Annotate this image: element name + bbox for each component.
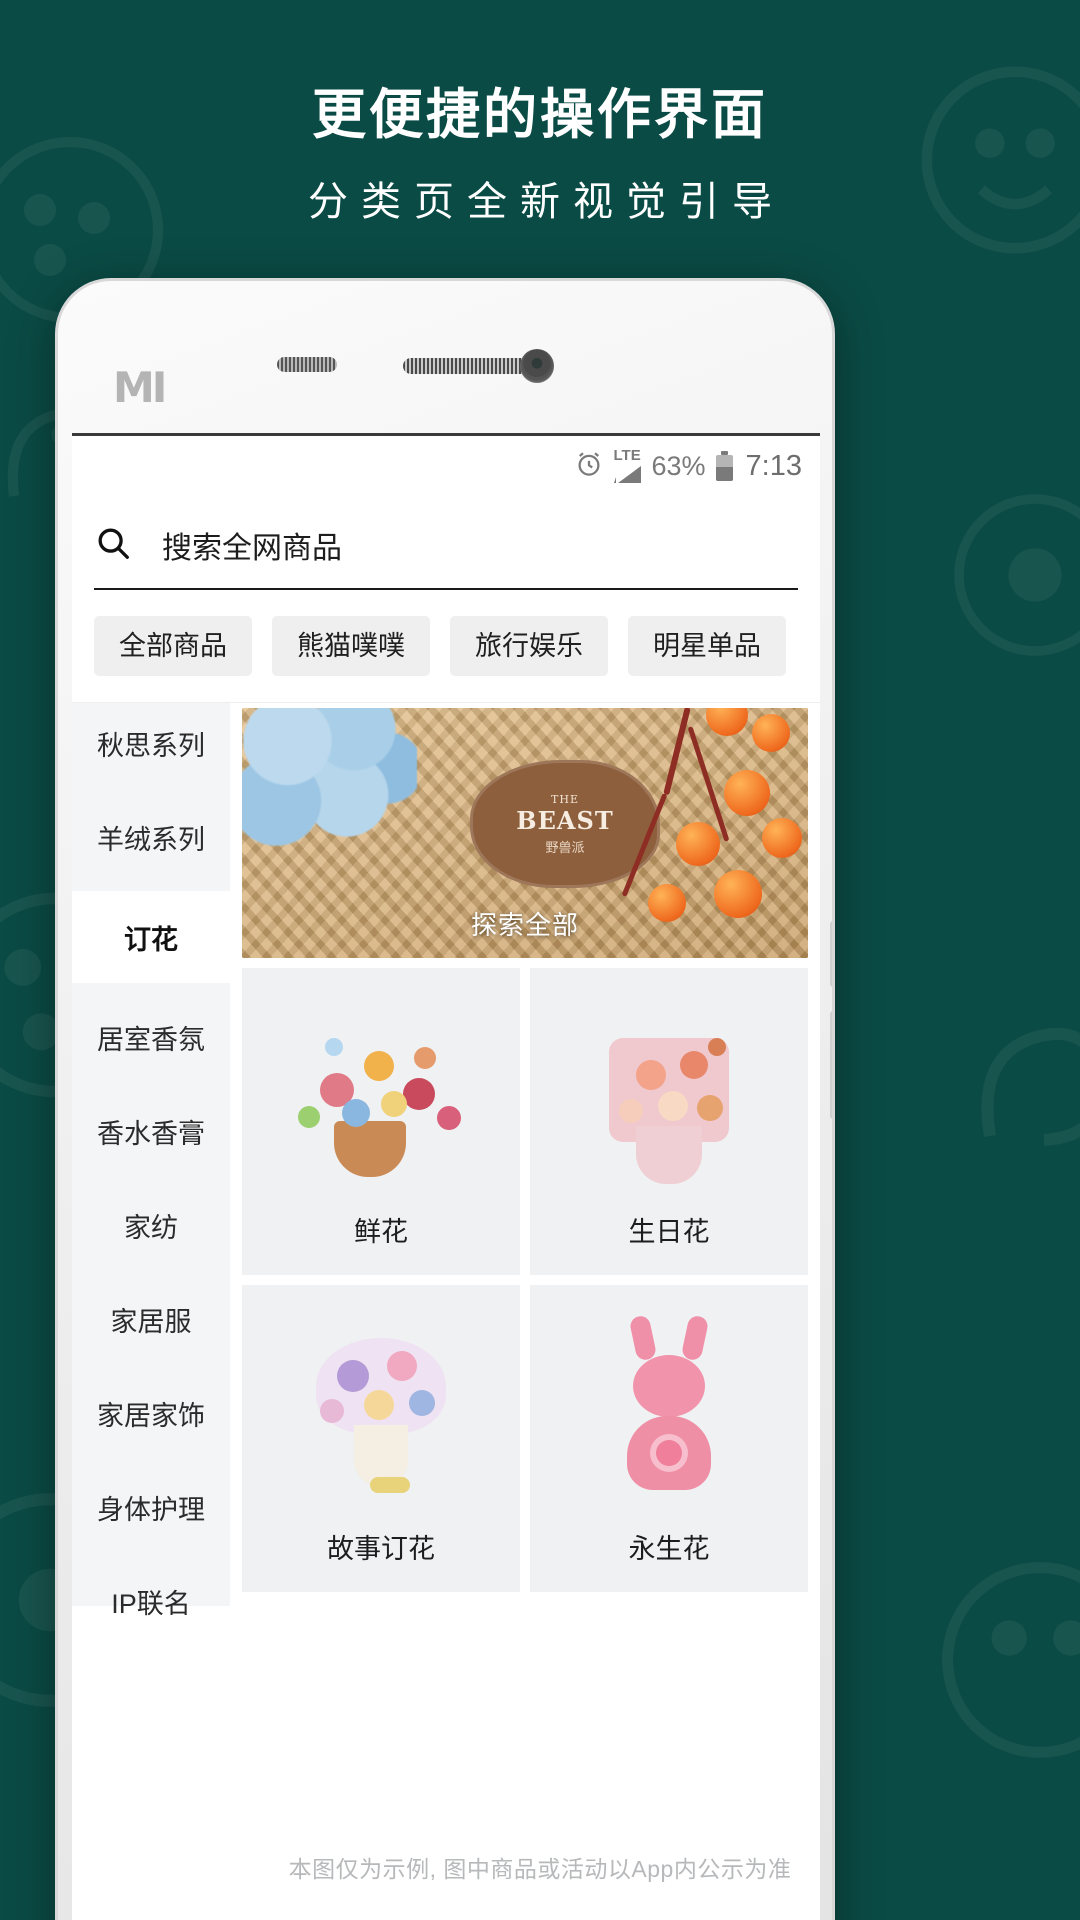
promo-title: 更便捷的操作界面 xyxy=(312,82,768,146)
mi-logo: MI xyxy=(113,363,167,412)
hydrangea-flower-image xyxy=(242,708,417,846)
phone-bezel-top: MI xyxy=(58,281,832,436)
category-chip-row: 全部商品 熊猫噗噗 旅行娱乐 明星单品 xyxy=(72,590,820,702)
product-label: 鲜花 xyxy=(354,1217,408,1247)
front-camera-icon xyxy=(520,349,554,383)
power-button[interactable] xyxy=(830,921,832,987)
product-card-story-flowers[interactable]: 故事订花 xyxy=(242,1285,520,1592)
fresh-flower-arrangement-image xyxy=(242,986,520,1204)
speaker-grille-icon xyxy=(403,358,535,374)
search-input[interactable]: 搜索全网商品 xyxy=(162,523,342,567)
promo-banner[interactable]: THE BEAST 野兽派 探索全部 xyxy=(242,708,808,958)
sidebar-item-home-fragrance[interactable]: 居室香氛 xyxy=(72,997,230,1077)
signal-bars-icon: LTE xyxy=(613,448,642,484)
chip-panda[interactable]: 熊猫噗噗 xyxy=(272,616,430,676)
product-label: 生日花 xyxy=(628,1217,710,1247)
promo-headline: 更便捷的操作界面 分类页全新视觉引导 xyxy=(0,0,1080,265)
sidebar-item-cashmere[interactable]: 羊绒系列 xyxy=(72,797,230,877)
earpiece-icon xyxy=(277,357,337,372)
sidebar-item-home-decor[interactable]: 家居家饰 xyxy=(72,1373,230,1453)
sidebar-item-ip-collab[interactable]: IP联名 xyxy=(72,1561,230,1641)
sidebar-item-flowers[interactable]: 订花 xyxy=(72,891,230,983)
sidebar-item-perfume[interactable]: 香水香膏 xyxy=(72,1091,230,1171)
berry-branch-image xyxy=(556,708,808,958)
birthday-bouquet-image xyxy=(530,986,808,1204)
product-card-fresh-flowers[interactable]: 鲜花 xyxy=(242,968,520,1275)
product-card-birthday-flowers[interactable]: 生日花 xyxy=(530,968,808,1275)
story-bouquet-image xyxy=(242,1303,520,1521)
pink-rabbit-figure-image xyxy=(530,1303,808,1521)
status-bar: LTE 63% 7:13 xyxy=(72,436,820,496)
category-sidebar: 秋思系列 羊绒系列 订花 居室香氛 香水香膏 家纺 家居服 家居家饰 身体护理 … xyxy=(72,703,230,1619)
battery-percent: 63% xyxy=(651,450,706,481)
product-grid: 鲜花 生日花 故事订花 永生花 xyxy=(242,968,808,1592)
category-panel: THE BEAST 野兽派 探索全部 鲜花 生日花 故事订花 永生花 xyxy=(230,703,820,1606)
sidebar-item-body-care[interactable]: 身体护理 xyxy=(72,1467,230,1547)
sidebar-item-textile[interactable]: 家纺 xyxy=(72,1185,230,1265)
chip-all-products[interactable]: 全部商品 xyxy=(94,616,252,676)
phone-mockup: MI LTE 63% 7:13 搜索全网商品 全部商品 熊猫噗噗 旅行娱乐 明星… xyxy=(55,278,835,1920)
volume-button[interactable] xyxy=(830,1011,832,1119)
search-bar[interactable]: 搜索全网商品 xyxy=(94,502,798,590)
chip-star-items[interactable]: 明星单品 xyxy=(628,616,786,676)
catalog-content: 秋思系列 羊绒系列 订花 居室香氛 香水香膏 家纺 家居服 家居家饰 身体护理 … xyxy=(72,702,820,1619)
product-card-preserved-flowers[interactable]: 永生花 xyxy=(530,1285,808,1592)
banner-cta-label[interactable]: 探索全部 xyxy=(471,905,579,942)
battery-icon xyxy=(715,451,733,481)
sidebar-item-qiusi[interactable]: 秋思系列 xyxy=(72,703,230,783)
search-icon xyxy=(94,524,132,567)
product-label: 永生花 xyxy=(628,1534,710,1564)
phone-screen: LTE 63% 7:13 搜索全网商品 全部商品 熊猫噗噗 旅行娱乐 明星单品 … xyxy=(72,433,820,1920)
product-label: 故事订花 xyxy=(327,1534,435,1564)
promo-subtitle: 分类页全新视觉引导 xyxy=(308,178,785,225)
sidebar-item-homewear[interactable]: 家居服 xyxy=(72,1279,230,1359)
chip-travel[interactable]: 旅行娱乐 xyxy=(450,616,608,676)
status-time: 7:13 xyxy=(745,449,802,482)
alarm-clock-icon xyxy=(574,449,604,484)
